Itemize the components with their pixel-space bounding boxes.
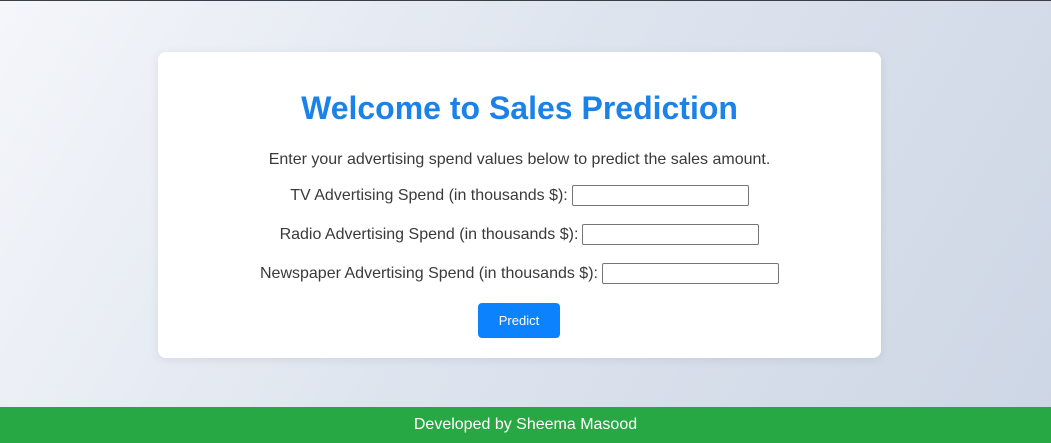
radio-spend-label: Radio Advertising Spend (in thousands $)… [279,225,579,243]
page-title: Welcome to Sales Prediction [301,90,738,126]
footer-text: Developed by Sheema Masood [413,416,638,433]
newspaper-spend-label: Newspaper Advertising Spend (in thousand… [260,264,598,282]
prediction-card: Welcome to Sales Prediction Enter your a… [158,52,881,358]
tv-spend-label: TV Advertising Spend (in thousands $): [290,186,568,204]
newspaper-spend-row: Newspaper Advertising Spend (in thousand… [158,263,881,284]
radio-spend-row: Radio Advertising Spend (in thousands $)… [158,224,881,245]
tv-spend-row: TV Advertising Spend (in thousands $): [158,185,881,206]
tv-spend-input[interactable] [571,185,749,206]
predict-button[interactable]: Predict [478,303,560,338]
footer: Developed by Sheema Masood [0,407,1051,443]
newspaper-spend-input[interactable] [601,263,779,284]
radio-spend-input[interactable] [582,224,760,245]
intro-text: Enter your advertising spend values belo… [268,151,771,168]
